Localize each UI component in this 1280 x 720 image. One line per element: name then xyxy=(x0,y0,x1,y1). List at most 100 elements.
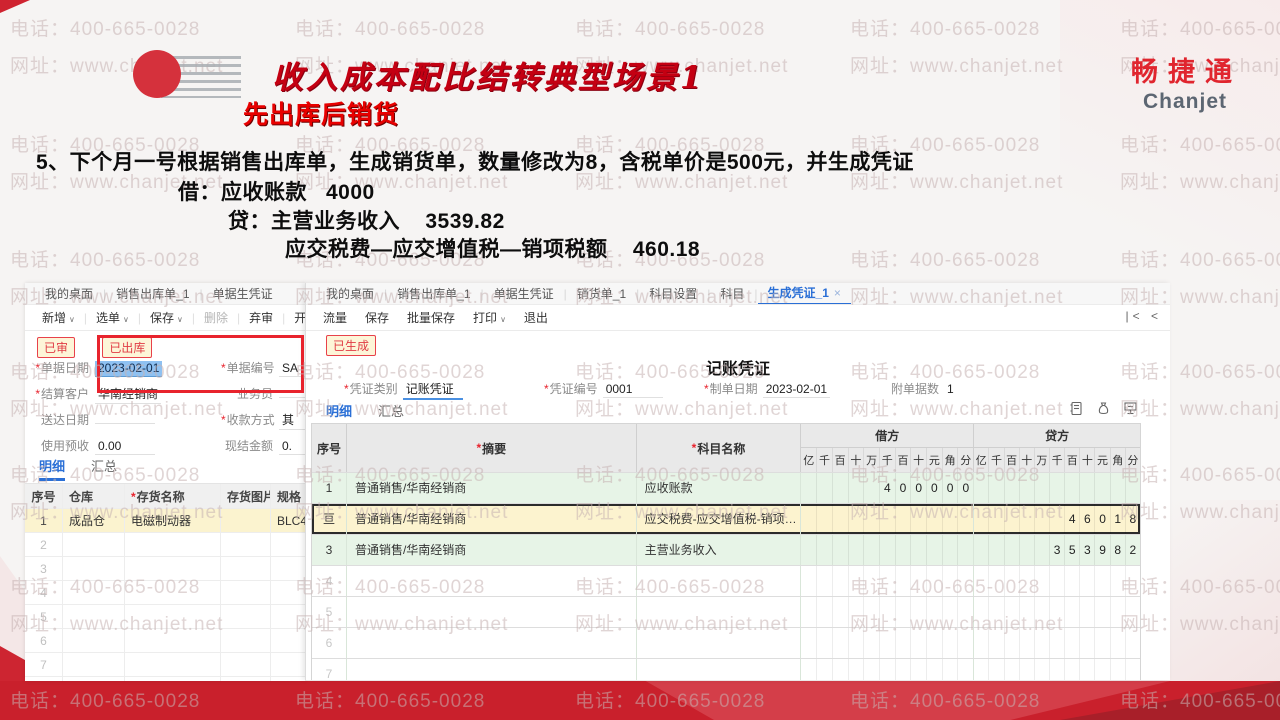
digit-cell xyxy=(989,566,1005,596)
summary-cell[interactable]: 普通销售/华南经销商 xyxy=(347,504,637,534)
digit-cell xyxy=(849,566,865,596)
brand-logo-en: Chanjet xyxy=(1143,90,1228,113)
voucher-field-凭证编号: *凭证编号 0001 xyxy=(544,380,663,398)
right-tab-3[interactable]: 单据生凭证 xyxy=(484,285,564,302)
digit-cell xyxy=(817,628,833,658)
toolbar-button-4[interactable]: 打印 ∨ xyxy=(464,309,515,326)
summary-cell[interactable]: 普通销售/华南经销商 xyxy=(347,473,637,503)
digit-cell: 4 xyxy=(880,473,896,503)
balance-icon[interactable] xyxy=(1123,401,1138,416)
account-cell[interactable]: 应交税费-应交增值税-销项… xyxy=(637,504,802,534)
field-value-input[interactable]: 1 xyxy=(944,382,957,397)
right-tab-2[interactable]: 销售出库单_1 xyxy=(387,285,480,302)
slide-subtitle: 先出库后销货 xyxy=(243,101,400,129)
first-record-icon[interactable]: |< xyxy=(1126,309,1144,323)
field-label: *结算客户 xyxy=(35,387,89,401)
right-tab-7[interactable]: 生成凭证_1 × xyxy=(757,283,851,304)
row-number: 7 xyxy=(25,653,63,676)
left-tab-3[interactable]: 单据生凭证 xyxy=(203,285,283,302)
table-row[interactable]: 1成品仓电磁制动器 BLC45 xyxy=(25,509,305,533)
right-tab-1[interactable]: 我的桌面 xyxy=(316,285,384,302)
digit-cell xyxy=(1080,659,1096,680)
digit-cell xyxy=(1065,597,1081,627)
voucher-row: 1 普通销售/华南经销商 应收账款 4 0 0 0 0 0 xyxy=(312,472,1140,503)
money-bag-icon[interactable] xyxy=(1096,401,1111,416)
digit-cell xyxy=(911,628,928,658)
digit-cell xyxy=(943,628,959,658)
field-value-input[interactable]: 0.00 xyxy=(95,439,155,455)
summary-cell[interactable] xyxy=(347,659,637,680)
slide-canvas: 收入成本配比结转典型场景1 畅捷通 Chanjet 先出库后销货 5、下个月一号… xyxy=(0,0,1280,720)
table-cell: 电磁制动器 xyxy=(125,509,221,532)
toolbar-button-5[interactable]: 退出 xyxy=(515,309,557,326)
left-tab-1[interactable]: 我的桌面 xyxy=(35,285,103,302)
detail-tab-汇总[interactable]: 汇总 xyxy=(91,456,117,481)
field-value-input[interactable]: 2023-02-01 xyxy=(762,382,831,398)
toolbar-button-1[interactable]: 流量 xyxy=(314,309,356,326)
summary-cell[interactable] xyxy=(347,566,637,596)
voucher-table-header: 序号 * 摘要 * 科目名称 借方亿千百十万千百十元角分贷方亿千百十万千百十元角分 xyxy=(312,424,1140,472)
account-cell[interactable] xyxy=(637,659,802,680)
prev-record-icon[interactable]: < xyxy=(1151,309,1162,323)
summary-cell[interactable]: 普通销售/华南经销商 xyxy=(347,535,637,565)
field-value-input[interactable]: 0001 xyxy=(602,382,663,398)
digit-cell xyxy=(864,566,880,596)
digit-header-row: 亿千百十万千百十元角分 xyxy=(974,448,1140,472)
digit-header: 万 xyxy=(864,448,880,472)
toolbar-button-3[interactable]: 保存 ∨ xyxy=(141,309,192,326)
left-tab-2[interactable]: 销售出库单_1 xyxy=(106,285,199,302)
digit-cell xyxy=(864,597,880,627)
corner-red-triangle xyxy=(0,0,30,13)
digit-cell: 3 xyxy=(1050,535,1066,565)
digit-cell xyxy=(833,566,849,596)
digit-cell xyxy=(1050,628,1066,658)
digit-cell xyxy=(817,535,833,565)
account-cell[interactable] xyxy=(637,628,802,658)
summary-cell[interactable] xyxy=(347,628,637,658)
body-line-4: 应交税费—应交增值税—销项税额 460.18 xyxy=(285,238,701,261)
ledger-icon[interactable] xyxy=(1069,401,1084,416)
right-tab-6[interactable]: 科目 xyxy=(710,285,754,302)
table-cell xyxy=(125,605,221,628)
digit-cell xyxy=(849,597,865,627)
digit-cell xyxy=(1035,535,1050,565)
debit-digits xyxy=(801,504,975,534)
field-label: *凭证编号 xyxy=(544,382,598,396)
right-tab-5[interactable]: 科目设置 xyxy=(639,285,707,302)
tab-close-icon[interactable]: × xyxy=(834,286,841,300)
record-nav-icons[interactable]: |< < xyxy=(1126,309,1162,323)
field-row-送达日期: 送达日期 xyxy=(31,411,155,428)
digit-cell xyxy=(1095,566,1111,596)
table-row: 5 xyxy=(25,605,305,629)
field-value-input[interactable]: 记账凭证 xyxy=(402,380,463,400)
account-cell[interactable]: 主营业务收入 xyxy=(637,535,802,565)
field-value-input[interactable] xyxy=(279,396,305,398)
voucher-row[interactable]: 亘普通销售/华南经销商 应交税费-应交增值税-销项… 4 6 0 1 8 xyxy=(312,503,1140,534)
account-cell[interactable] xyxy=(637,597,802,627)
toolbar-button-6[interactable]: 开票 xyxy=(285,309,305,326)
toolbar-button-1[interactable]: 新增 ∨ xyxy=(33,309,84,326)
digit-header: 百 xyxy=(1005,448,1020,472)
toolbar-button-2[interactable]: 选单 ∨ xyxy=(87,309,138,326)
digit-cell xyxy=(801,566,818,596)
detail-tab-明细[interactable]: 明细 xyxy=(39,456,66,481)
account-cell[interactable] xyxy=(637,566,802,596)
field-value-input[interactable]: 0. xyxy=(279,439,305,455)
toolbar-button-2[interactable]: 保存 xyxy=(356,309,398,326)
digit-cell xyxy=(927,628,943,658)
logo-circle-icon xyxy=(133,50,181,98)
summary-cell[interactable] xyxy=(347,597,637,627)
required-asterisk-icon: * xyxy=(476,441,482,455)
account-cell[interactable]: 应收账款 xyxy=(637,473,802,503)
toolbar-button-3[interactable]: 批量保存 xyxy=(398,309,464,326)
field-value-input[interactable]: 其 xyxy=(279,411,305,430)
field-value-input[interactable] xyxy=(95,422,155,424)
credit-digits xyxy=(974,597,1140,627)
table-cell xyxy=(63,557,125,580)
table-cell: 成品仓 xyxy=(63,509,125,532)
digit-cell xyxy=(1095,628,1111,658)
toolbar-button-5[interactable]: 弃审 xyxy=(240,309,282,326)
right-tab-4[interactable]: 销货单_1 xyxy=(567,285,636,302)
digit-cell xyxy=(1126,566,1140,596)
digit-cell xyxy=(911,535,928,565)
